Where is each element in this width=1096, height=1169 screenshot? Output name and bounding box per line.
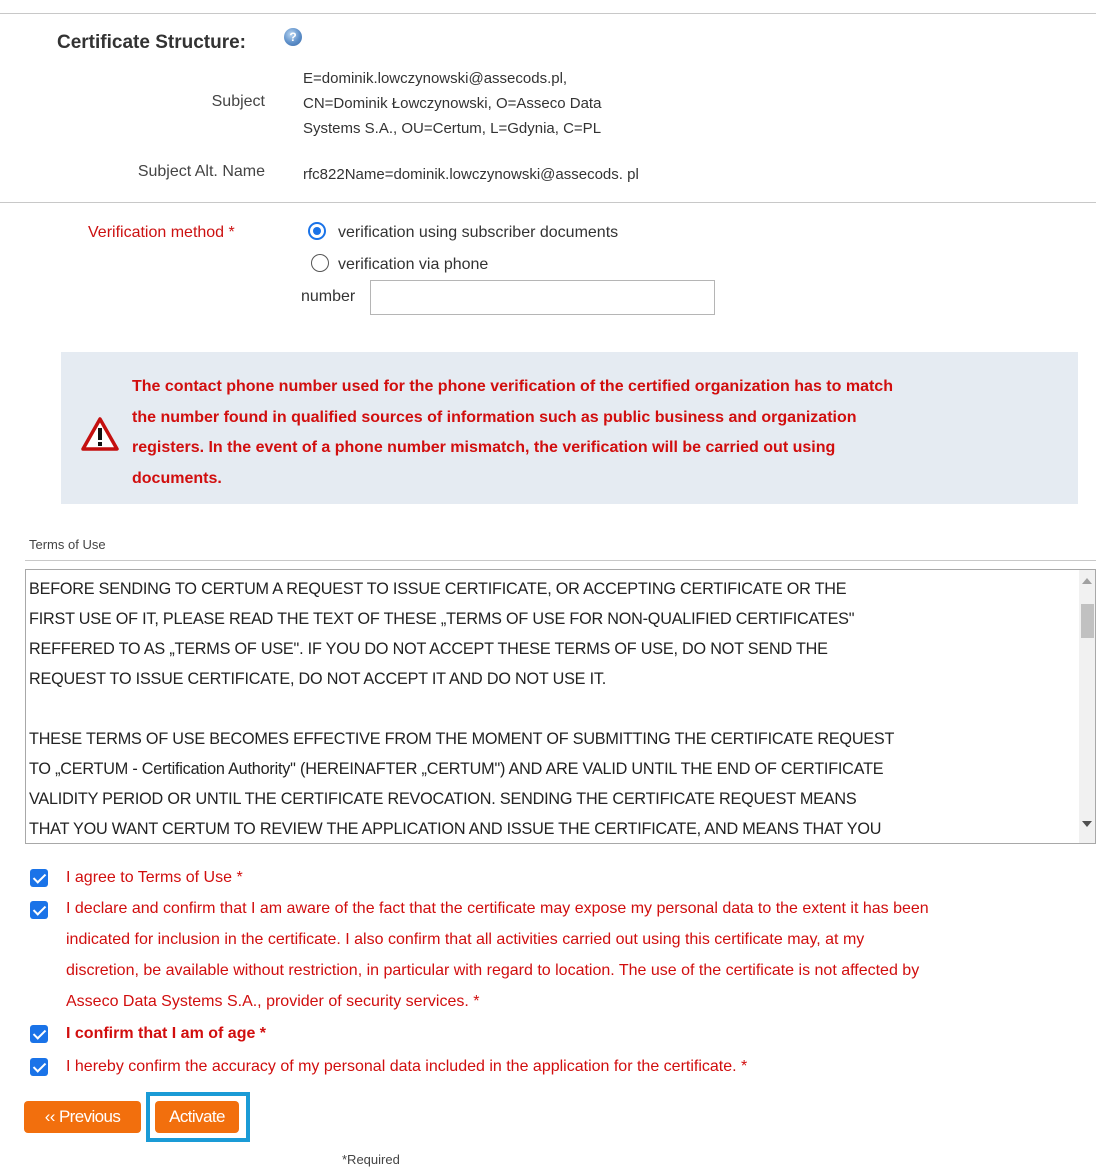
- terms-divider: [25, 560, 1096, 561]
- required-note: *Required: [342, 1152, 400, 1167]
- subject-alt-name-label: Subject Alt. Name: [137, 163, 265, 180]
- subject-alt-name-value: rfc822Name=dominik.lowczynowski@assecods…: [303, 166, 639, 183]
- scroll-thumb[interactable]: [1081, 604, 1094, 638]
- confirm-accuracy-checkbox[interactable]: [30, 1058, 48, 1076]
- terms-line: TO „CERTUM - Certification Authority" (H…: [29, 760, 884, 778]
- warning-triangle-icon: [81, 417, 119, 451]
- terms-line: FIRST USE OF IT, PLEASE READ THE TEXT OF…: [29, 610, 855, 628]
- confirm-accuracy-label: I hereby confirm the accuracy of my pers…: [66, 1058, 748, 1075]
- warning-line: documents.: [132, 469, 222, 487]
- terms-scrollbar[interactable]: [1079, 570, 1095, 843]
- warning-line: The contact phone number used for the ph…: [132, 378, 893, 395]
- previous-button[interactable]: ‹‹ Previous: [24, 1101, 141, 1133]
- terms-line: BEFORE SENDING TO CERTUM A REQUEST TO IS…: [29, 580, 847, 598]
- top-divider: [0, 13, 1096, 14]
- scroll-up-arrow-icon[interactable]: [1082, 578, 1092, 584]
- verification-method-label: Verification method *: [88, 224, 235, 241]
- radio-phone-label[interactable]: verification via phone: [338, 256, 488, 274]
- terms-of-use-textarea[interactable]: BEFORE SENDING TO CERTUM A REQUEST TO IS…: [25, 569, 1096, 844]
- phone-number-input[interactable]: [370, 280, 715, 315]
- agree-terms-checkbox[interactable]: [30, 869, 48, 887]
- confirm-age-checkbox[interactable]: [30, 1025, 48, 1043]
- declare-line: indicated for inclusion in the certifica…: [66, 931, 865, 948]
- scroll-down-arrow-icon[interactable]: [1082, 821, 1092, 827]
- warning-message: The contact phone number used for the ph…: [132, 372, 1062, 494]
- number-label: number: [301, 288, 356, 305]
- terms-line: THESE TERMS OF USE BECOMES EFFECTIVE FRO…: [29, 730, 895, 748]
- terms-line: REFFERED TO AS „TERMS OF USE". IF YOU DO…: [29, 640, 828, 658]
- section-divider: [0, 202, 1096, 203]
- declare-data-exposure-label: I declare and confirm that I am aware of…: [66, 893, 1096, 1017]
- help-icon[interactable]: ?: [284, 28, 302, 46]
- subject-line: CN=Dominik Łowczynowski, O=Asseco Data: [303, 95, 602, 112]
- terms-of-use-label: Terms of Use: [29, 537, 106, 552]
- warning-line: the number found in qualified sources of…: [132, 408, 857, 426]
- declare-line: discretion, be available without restric…: [66, 962, 920, 979]
- terms-line: REQUEST TO ISSUE CERTIFICATE, DO NOT ACC…: [29, 670, 607, 688]
- declare-data-exposure-checkbox[interactable]: [30, 901, 48, 919]
- subject-line: E=dominik.lowczynowski@assecods.pl,: [303, 70, 568, 87]
- terms-text: BEFORE SENDING TO CERTUM A REQUEST TO IS…: [29, 574, 1079, 843]
- subject-line: Systems S.A., OU=Certum, L=Gdynia, C=PL: [303, 120, 602, 137]
- terms-line: VALIDITY PERIOD OR UNTIL THE CERTIFICATE…: [29, 790, 857, 808]
- subject-label: Subject: [211, 93, 265, 110]
- agree-terms-label: I agree to Terms of Use *: [66, 869, 243, 886]
- radio-documents[interactable]: [308, 222, 326, 240]
- subject-value: E=dominik.lowczynowski@assecods.pl, CN=D…: [303, 66, 601, 141]
- declare-line: Asseco Data Systems S.A., provider of se…: [66, 993, 480, 1010]
- certificate-structure-title: Certificate Structure:: [57, 32, 246, 53]
- confirm-age-label: I confirm that I am of age *: [66, 1025, 267, 1042]
- activate-button[interactable]: Activate: [155, 1101, 239, 1133]
- radio-documents-label[interactable]: verification using subscriber documents: [338, 224, 618, 242]
- declare-line: I declare and confirm that I am aware of…: [66, 900, 929, 917]
- warning-line: registers. In the event of a phone numbe…: [132, 439, 836, 456]
- radio-phone[interactable]: [311, 254, 329, 272]
- terms-line: THAT YOU WANT CERTUM TO REVIEW THE APPLI…: [29, 820, 882, 838]
